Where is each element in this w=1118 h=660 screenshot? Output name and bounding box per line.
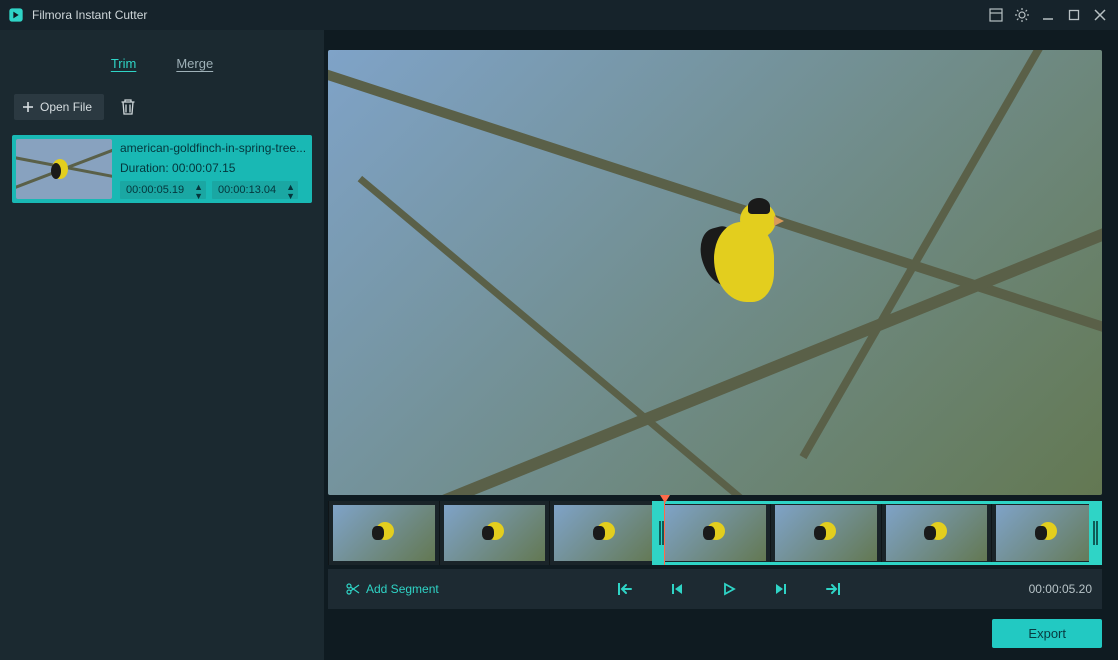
close-button[interactable] [1090, 5, 1110, 25]
out-timecode-input[interactable]: 00:00:13.04 ▲▼ [212, 181, 298, 199]
clip-duration: Duration: 00:00:07.15 [120, 161, 308, 175]
open-file-label: Open File [40, 100, 92, 114]
clip-thumbnail [16, 139, 112, 199]
play-icon [722, 582, 736, 596]
set-in-icon [617, 582, 633, 596]
timeline[interactable] [328, 501, 1102, 565]
trash-icon [120, 98, 136, 116]
app-logo-icon [8, 7, 24, 23]
timeline-frame[interactable] [660, 501, 771, 565]
titlebar: Filmora Instant Cutter [0, 0, 1118, 30]
timeline-frame[interactable] [328, 501, 439, 565]
stepper-icon[interactable]: ▲▼ [194, 183, 203, 201]
playhead-line [664, 501, 665, 565]
playback-controls: Add Segment 00:00:05.20 [328, 569, 1102, 609]
maximize-button[interactable] [1064, 5, 1084, 25]
clip-filename: american-goldfinch-in-spring-tree... [120, 141, 308, 155]
preview-content [684, 192, 804, 342]
add-segment-button[interactable]: Add Segment [338, 578, 447, 600]
theme-toggle-icon[interactable] [1012, 5, 1032, 25]
minimize-button[interactable] [1038, 5, 1058, 25]
timeline-frame[interactable] [770, 501, 881, 565]
next-frame-button[interactable] [770, 578, 792, 600]
time-readout: 00:00:05.20 [1012, 582, 1092, 596]
app-title: Filmora Instant Cutter [32, 8, 147, 22]
prev-icon [670, 582, 684, 596]
in-timecode-input[interactable]: 00:00:05.19 ▲▼ [120, 181, 206, 199]
playhead-icon[interactable] [660, 495, 670, 503]
tab-trim[interactable]: Trim [111, 56, 137, 71]
open-file-button[interactable]: Open File [14, 94, 104, 120]
prev-frame-button[interactable] [666, 578, 688, 600]
plus-icon [22, 101, 34, 113]
set-out-icon [825, 582, 841, 596]
set-out-button[interactable] [822, 578, 844, 600]
clip-item[interactable]: american-goldfinch-in-spring-tree... Dur… [12, 135, 312, 203]
in-timecode-value: 00:00:05.19 [126, 184, 184, 196]
sidebar: Trim Merge Open File american-goldfinch-… [0, 30, 324, 660]
tab-merge[interactable]: Merge [176, 56, 213, 71]
timeline-frame[interactable] [991, 501, 1102, 565]
play-button[interactable] [718, 578, 740, 600]
set-in-button[interactable] [614, 578, 636, 600]
export-button[interactable]: Export [992, 619, 1102, 648]
scissors-icon [346, 582, 360, 596]
delete-button[interactable] [114, 93, 142, 121]
timeline-frame[interactable] [881, 501, 992, 565]
add-segment-label: Add Segment [366, 582, 439, 596]
stepper-icon[interactable]: ▲▼ [286, 183, 295, 201]
video-preview[interactable] [328, 50, 1102, 495]
out-timecode-value: 00:00:13.04 [218, 184, 276, 196]
timeline-frame[interactable] [549, 501, 660, 565]
next-icon [774, 582, 788, 596]
timeline-frame[interactable] [439, 501, 550, 565]
panel-settings-icon[interactable] [986, 5, 1006, 25]
main-panel: Add Segment 00:00:05.20 Export [324, 30, 1118, 660]
